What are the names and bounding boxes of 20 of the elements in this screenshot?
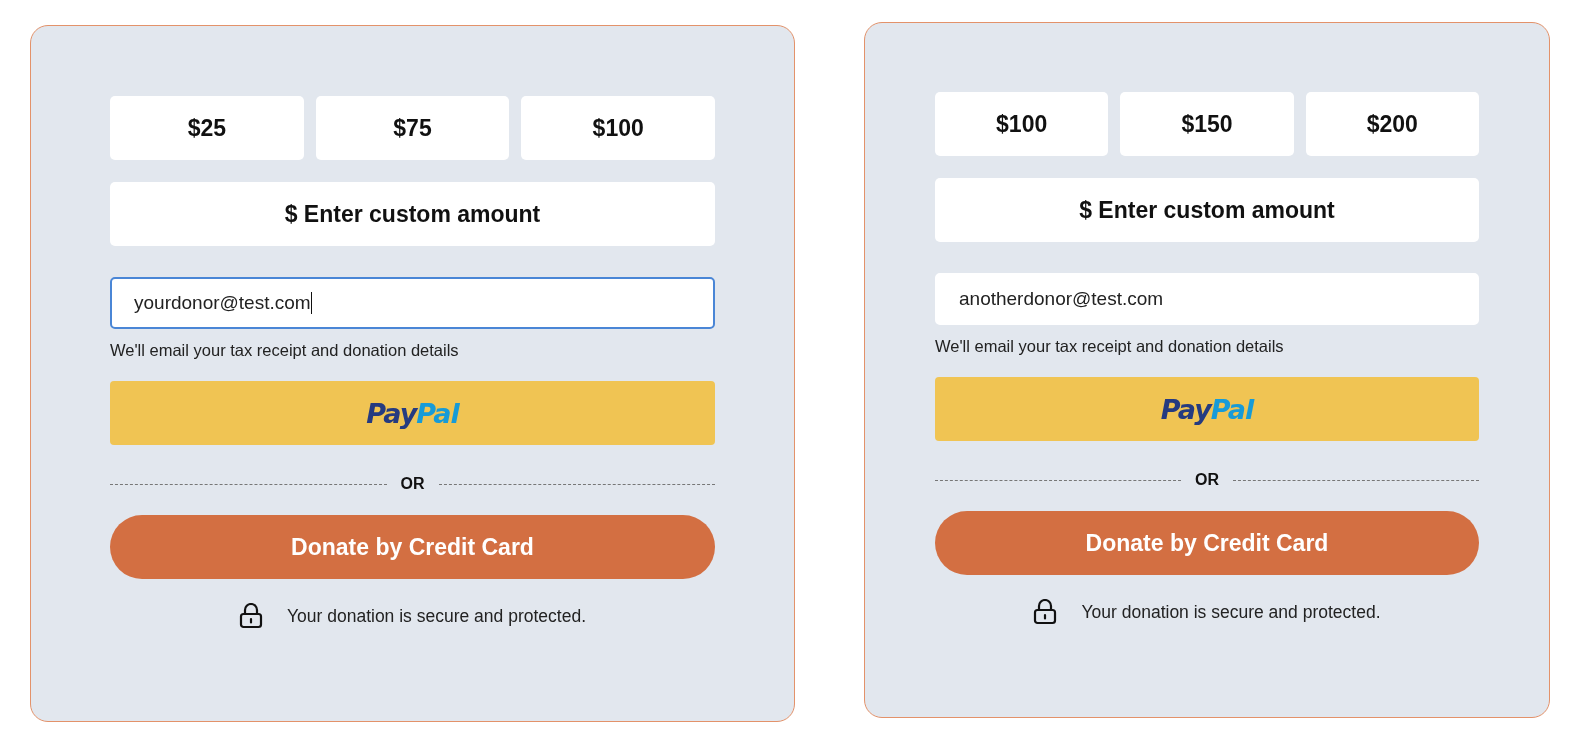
- secure-note: Your donation is secure and protected.: [1081, 601, 1381, 623]
- amount-button[interactable]: $75: [315, 96, 510, 160]
- email-hint: We'll email your tax receipt and donation details: [935, 337, 1285, 356]
- separator-label: OR: [400, 475, 425, 493]
- lock-icon: [1033, 599, 1058, 625]
- amount-button[interactable]: $200: [1305, 92, 1479, 156]
- custom-amount-field[interactable]: $ Enter custom amount: [935, 178, 1479, 242]
- email-field[interactable]: anotherdonor@test.com: [935, 273, 1479, 325]
- amount-button[interactable]: $25: [110, 96, 304, 160]
- paypal-button[interactable]: PayPal: [935, 377, 1479, 441]
- secure-note: Your donation is secure and protected.: [287, 605, 586, 627]
- separator-label: OR: [1195, 471, 1219, 489]
- email-hint: We'll email your tax receipt and donation details: [110, 341, 460, 360]
- amount-button[interactable]: $150: [1120, 92, 1294, 156]
- amount-button[interactable]: $100: [521, 96, 715, 160]
- email-field[interactable]: yourdonor@test.com: [110, 277, 715, 329]
- custom-amount-field[interactable]: $ Enter custom amount: [110, 182, 715, 246]
- lock-icon: [239, 603, 263, 629]
- paypal-button[interactable]: PayPal: [110, 381, 715, 445]
- amount-button[interactable]: $100: [935, 92, 1109, 156]
